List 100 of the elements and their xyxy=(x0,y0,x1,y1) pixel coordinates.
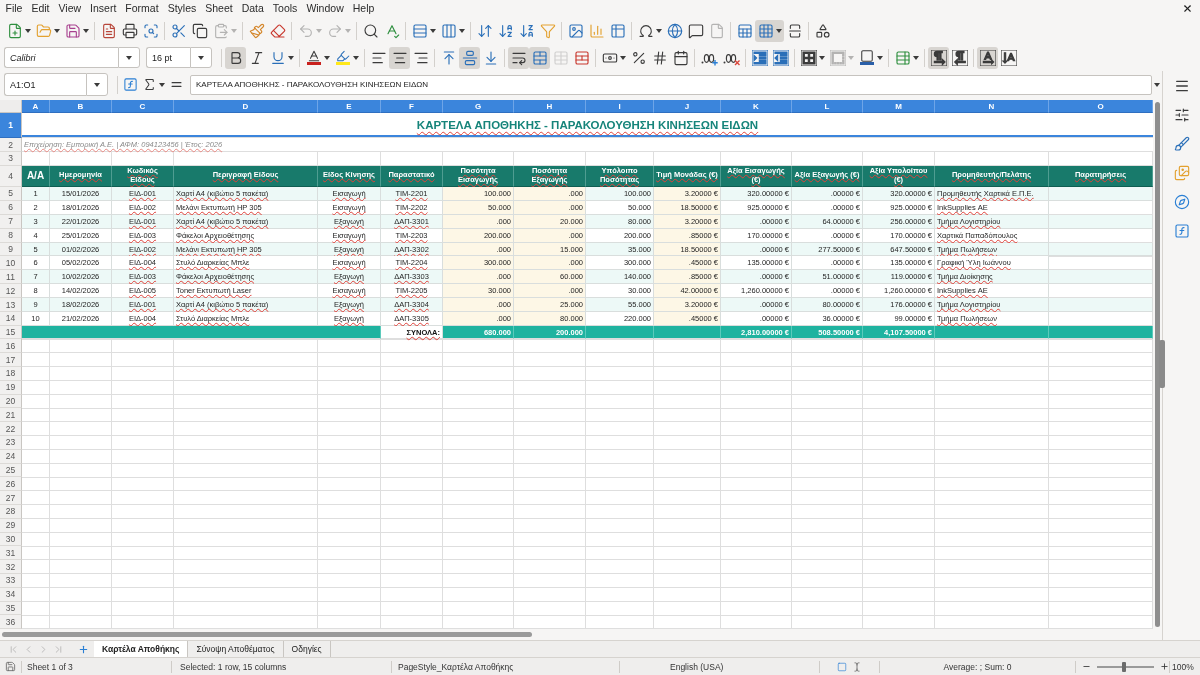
bar-left-chevron-icon xyxy=(8,643,19,655)
calendar-icon xyxy=(672,49,689,66)
caret-icon xyxy=(912,55,919,60)
row-header[interactable]: 12 xyxy=(0,284,22,299)
menu-item[interactable]: Window xyxy=(301,1,349,16)
caret-icon xyxy=(287,55,294,60)
column-header[interactable]: I xyxy=(586,100,654,113)
row-header[interactable]: 18 xyxy=(0,367,22,381)
sheet-tab[interactable]: Καρτέλα Αποθήκης xyxy=(94,641,189,657)
caret-icon xyxy=(655,28,662,33)
caret-icon xyxy=(53,28,60,33)
menu-item[interactable]: Styles xyxy=(163,1,201,16)
row-header[interactable]: 1 xyxy=(0,113,22,138)
menu-item[interactable]: File xyxy=(1,1,27,16)
row-header[interactable]: 13 xyxy=(0,298,22,312)
scrollbar-thumb[interactable] xyxy=(2,632,532,638)
row-header[interactable]: 26 xyxy=(0,477,22,492)
caret-icon xyxy=(94,82,100,87)
row-header[interactable]: 17 xyxy=(0,353,22,367)
border-color-icon xyxy=(858,48,875,67)
printer-icon xyxy=(121,22,138,39)
redo-icon xyxy=(326,22,343,39)
column-heading: Α/Α xyxy=(22,165,50,187)
close-icon xyxy=(1181,3,1193,14)
column-header[interactable]: N xyxy=(935,100,1049,113)
font-name-field[interactable]: Calibri xyxy=(4,47,118,68)
column-header[interactable]: F xyxy=(381,100,443,113)
column-header[interactable]: B xyxy=(50,100,112,113)
magnifier-icon xyxy=(142,22,159,39)
percent-icon xyxy=(630,49,647,66)
zoom-slider-thumb[interactable] xyxy=(1121,661,1126,672)
row-header[interactable]: 11 xyxy=(0,270,22,285)
row-header[interactable]: 27 xyxy=(0,491,22,505)
row-header[interactable]: 21 xyxy=(0,408,22,423)
menu-item[interactable]: Edit xyxy=(26,1,54,16)
menu-item[interactable]: Format xyxy=(120,1,164,16)
align-middle-button[interactable] xyxy=(459,46,480,69)
merge-center-button[interactable] xyxy=(529,46,550,69)
menu-item[interactable]: Data xyxy=(237,1,269,16)
row-header[interactable]: 5 xyxy=(0,187,22,201)
undo-icon xyxy=(297,22,314,39)
compass-icon xyxy=(1173,194,1190,210)
menu-item[interactable]: Insert xyxy=(85,1,121,16)
speech-bubble-icon xyxy=(687,22,704,39)
document-icon xyxy=(100,22,117,39)
caret-icon xyxy=(429,28,436,33)
copy-icon xyxy=(191,22,208,39)
formula-input[interactable]: ΚΑΡΤΕΛΑ ΑΠΟΘΗΚΗΣ - ΠΑΡΑΚΟΛΟΥΘΗΣΗ ΚΙΝΗΣΕΩΝ ΕΙΔΩΝ xyxy=(190,74,1152,95)
grid-icon xyxy=(757,22,774,39)
menu-item[interactable]: Help xyxy=(348,1,379,16)
text-arrow-icon xyxy=(1000,49,1017,66)
row-header[interactable]: 14 xyxy=(0,312,22,326)
column-header[interactable]: J xyxy=(654,100,721,113)
column-header[interactable]: H xyxy=(514,100,586,113)
name-box[interactable]: A1:O1 xyxy=(4,73,86,96)
row-header[interactable]: 22 xyxy=(0,422,22,436)
column-header[interactable]: D xyxy=(174,100,318,113)
font-size-dropdown[interactable] xyxy=(190,47,212,68)
row-header[interactable]: 4 xyxy=(0,165,22,187)
row-header[interactable]: 32 xyxy=(0,560,22,574)
menu-item[interactable]: Tools xyxy=(268,1,302,16)
font-name-dropdown[interactable] xyxy=(118,47,140,68)
sidebar-handle[interactable] xyxy=(1159,340,1165,388)
bar-chart-icon xyxy=(588,22,605,39)
column-header[interactable]: A xyxy=(22,100,50,113)
font-size-field[interactable]: 16 pt xyxy=(146,47,190,68)
menu-item[interactable]: Sheet xyxy=(200,1,238,16)
caret-icon xyxy=(775,28,782,33)
text-horizontal-button[interactable] xyxy=(977,46,998,69)
left-to-right-button[interactable] xyxy=(928,46,949,69)
plus-icon xyxy=(1159,662,1169,671)
row-header[interactable]: 16 xyxy=(0,339,22,354)
name-box-dropdown[interactable] xyxy=(86,73,108,96)
globe-icon xyxy=(666,22,683,39)
outdent-icon xyxy=(772,49,789,66)
wrap-text-button[interactable] xyxy=(508,46,529,69)
caret-icon xyxy=(619,55,626,60)
row-header[interactable]: 36 xyxy=(0,615,22,630)
freeze-button[interactable] xyxy=(755,19,784,42)
caret-icon xyxy=(198,55,204,60)
column-header[interactable]: C xyxy=(112,100,174,113)
funnel-icon xyxy=(539,22,556,39)
text-arrow-icon xyxy=(979,49,996,66)
column-header[interactable]: E xyxy=(318,100,381,113)
column-header[interactable]: K xyxy=(721,100,792,113)
row-header[interactable]: 10 xyxy=(0,256,22,271)
row-header[interactable]: 31 xyxy=(0,546,22,561)
column-header[interactable]: G xyxy=(443,100,514,113)
row-header[interactable]: 2 xyxy=(0,138,22,152)
menu-item[interactable]: View xyxy=(54,1,86,16)
text-cursor-icon xyxy=(852,661,862,672)
bold-button[interactable] xyxy=(225,46,246,69)
column-header[interactable]: L xyxy=(792,100,863,113)
row-header[interactable]: 3 xyxy=(0,152,22,166)
column-header[interactable]: O xyxy=(1049,100,1153,113)
column-header[interactable]: M xyxy=(863,100,935,113)
zoom-in-button[interactable] xyxy=(1159,661,1169,672)
align-center-button[interactable] xyxy=(389,46,410,69)
align-middle-icon xyxy=(461,49,478,66)
scrollbar-thumb[interactable] xyxy=(1155,102,1160,628)
